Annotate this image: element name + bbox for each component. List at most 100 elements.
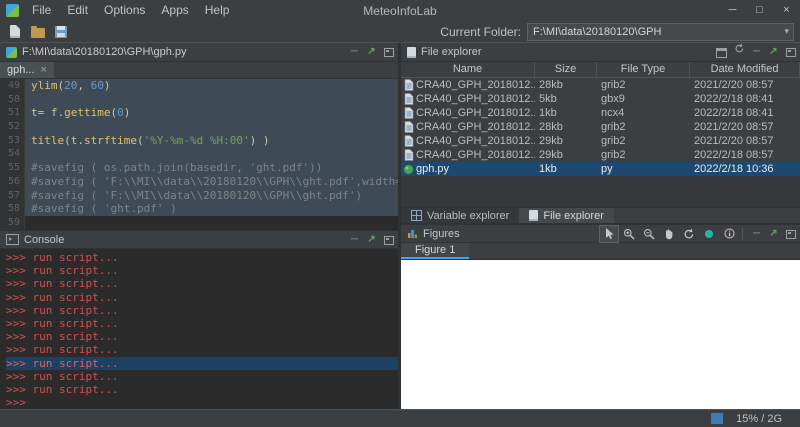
file-explorer-dock-icon[interactable] bbox=[786, 48, 796, 57]
column-header-size[interactable]: Size bbox=[535, 62, 597, 77]
editor-title: F:\MI\data\20180120\GPH\gph.py bbox=[22, 46, 187, 58]
file-explorer-panels-icon[interactable] bbox=[716, 48, 727, 58]
file-row[interactable]: CRA40_GPH_2018012...29kbgrib22022/2/18 0… bbox=[401, 148, 800, 162]
line-number: 51 bbox=[0, 106, 25, 120]
minimize-window-button[interactable]: ─ bbox=[719, 0, 746, 21]
column-header-date-modified[interactable]: Date Modified bbox=[690, 62, 800, 77]
file-icon bbox=[401, 78, 416, 92]
code-line: 53title(t.strftime('%Y-%m-%d %H:00') ) bbox=[0, 134, 398, 148]
file-size: 28kb bbox=[535, 120, 597, 135]
console-minimize-icon[interactable]: ─ bbox=[346, 231, 363, 249]
file-row[interactable]: gph.py1kbpy2022/2/18 10:36 bbox=[401, 162, 800, 176]
console-float-icon[interactable]: ↗ bbox=[363, 231, 380, 249]
figures-chart-icon bbox=[407, 228, 418, 239]
save-file-button[interactable] bbox=[50, 22, 71, 41]
tab-close-icon[interactable]: × bbox=[41, 64, 47, 76]
window-controls: ─ □ × bbox=[719, 0, 800, 21]
code-text bbox=[25, 216, 398, 230]
tab-figure-1[interactable]: Figure 1 bbox=[401, 243, 469, 259]
figure-tab-label: Figure 1 bbox=[415, 244, 455, 256]
current-folder-label: Current Folder: bbox=[440, 25, 521, 39]
tab-variable-explorer[interactable]: Variable explorer bbox=[401, 208, 519, 223]
console-dock-icon[interactable] bbox=[384, 236, 394, 245]
menu-edit[interactable]: Edit bbox=[59, 0, 96, 21]
file-icon bbox=[401, 92, 416, 106]
file-row[interactable]: CRA40_GPH_2018012...1kbncx42022/2/18 08:… bbox=[401, 106, 800, 120]
editor-tab-gph[interactable]: gph... × bbox=[0, 62, 54, 78]
menu-apps[interactable]: Apps bbox=[153, 0, 196, 21]
file-date: 2021/2/20 08:57 bbox=[690, 78, 800, 93]
file-row[interactable]: CRA40_GPH_2018012...28kbgrib22021/2/20 0… bbox=[401, 120, 800, 134]
line-number: 52 bbox=[0, 120, 25, 134]
file-row[interactable]: CRA40_GPH_2018012...29kbgrib22021/2/20 0… bbox=[401, 134, 800, 148]
grid-icon bbox=[411, 210, 422, 221]
marker-tool-icon[interactable] bbox=[699, 225, 719, 243]
main-toolbar: Current Folder: F:\MI\data\20180120\GPH … bbox=[0, 21, 800, 43]
line-number: 56 bbox=[0, 175, 25, 189]
figures-titlebar: Figures ─↗ bbox=[401, 224, 800, 243]
code-line: 56#savefig ( 'F:\\MI\\data\\20180120\\GP… bbox=[0, 175, 398, 189]
app-logo-icon bbox=[6, 4, 19, 17]
cursor-tool-icon[interactable] bbox=[599, 225, 619, 243]
memory-indicator[interactable]: 15% / 2G bbox=[711, 413, 782, 425]
line-number: 49 bbox=[0, 79, 25, 93]
pan-tool-icon[interactable] bbox=[659, 225, 679, 243]
save-file-icon bbox=[55, 26, 67, 38]
file-icon bbox=[401, 134, 416, 148]
file-date: 2022/2/18 10:36 bbox=[690, 162, 800, 177]
console-icon bbox=[6, 234, 19, 245]
figures-minimize-icon[interactable]: ─ bbox=[748, 225, 765, 243]
zoom-out-tool-icon[interactable] bbox=[639, 225, 659, 243]
file-name: CRA40_GPH_2018012... bbox=[416, 120, 535, 135]
code-text bbox=[25, 93, 398, 107]
file-explorer-refresh-icon[interactable] bbox=[731, 43, 748, 61]
file-row[interactable]: CRA40_GPH_2018012...28kbgrib22021/2/20 0… bbox=[401, 78, 800, 92]
info-tool-icon[interactable] bbox=[719, 225, 739, 243]
figures-float-icon[interactable]: ↗ bbox=[765, 225, 782, 243]
code-text: #savefig ( os.path.join(basedir, 'ght.pd… bbox=[25, 161, 398, 175]
open-folder-icon bbox=[31, 28, 45, 38]
editor-tab-label: gph... bbox=[7, 64, 35, 76]
column-header-name[interactable]: Name bbox=[401, 62, 535, 77]
zoom-in-tool-icon[interactable] bbox=[619, 225, 639, 243]
close-window-button[interactable]: × bbox=[773, 0, 800, 21]
console-output[interactable]: >>> run script...>>> run script...>>> ru… bbox=[0, 249, 398, 409]
figure-canvas[interactable] bbox=[401, 260, 800, 409]
code-line: 57#savefig ( 'F:\\MI\\data\\20180120\\GP… bbox=[0, 189, 398, 203]
file-explorer-minimize-icon[interactable]: ─ bbox=[748, 43, 765, 61]
menu-file[interactable]: File bbox=[24, 0, 59, 21]
file-name: CRA40_GPH_2018012... bbox=[416, 148, 535, 163]
toolbar-divider bbox=[742, 228, 743, 240]
menu-items: FileEditOptionsAppsHelp bbox=[24, 0, 237, 21]
maximize-window-button[interactable]: □ bbox=[746, 0, 773, 21]
open-folder-button[interactable] bbox=[27, 22, 48, 41]
editor-dock-icon[interactable] bbox=[384, 48, 394, 57]
console-prompt[interactable]: >>> bbox=[6, 396, 398, 409]
file-icon bbox=[401, 106, 416, 120]
file-explorer-float-icon[interactable]: ↗ bbox=[765, 43, 782, 61]
file-name: gph.py bbox=[416, 162, 535, 177]
current-folder-select[interactable]: F:\MI\data\20180120\GPH ▾ bbox=[527, 23, 794, 41]
code-text: #savefig ( 'F:\\MI\\data\\20180120\\GPH\… bbox=[25, 189, 398, 203]
figures-dock-icon[interactable] bbox=[786, 230, 796, 239]
rotate-tool-icon[interactable] bbox=[679, 225, 699, 243]
code-text: #savefig ( 'ght.pdf' ) bbox=[25, 202, 398, 216]
line-number: 55 bbox=[0, 161, 25, 175]
file-row[interactable]: CRA40_GPH_2018012...5kbgbx92022/2/18 08:… bbox=[401, 92, 800, 106]
file-type: ncx4 bbox=[597, 106, 690, 121]
editor-minimize-icon[interactable]: ─ bbox=[346, 43, 363, 61]
menu-help[interactable]: Help bbox=[197, 0, 238, 21]
file-name: CRA40_GPH_2018012... bbox=[416, 134, 535, 149]
code-text: ylim(20, 60) bbox=[25, 79, 398, 93]
panel-tab-label: Variable explorer bbox=[427, 210, 509, 222]
file-size: 1kb bbox=[535, 162, 597, 177]
new-file-button[interactable] bbox=[4, 22, 25, 41]
tab-file-explorer[interactable]: File explorer bbox=[519, 208, 614, 223]
file-type: gbx9 bbox=[597, 92, 690, 107]
file-date: 2022/2/18 08:41 bbox=[690, 106, 800, 121]
editor-float-icon[interactable]: ↗ bbox=[363, 43, 380, 61]
code-editor[interactable]: 49ylim(20, 60)5051t= f.gettime(0)5253tit… bbox=[0, 79, 398, 230]
menu-options[interactable]: Options bbox=[96, 0, 153, 21]
file-type: py bbox=[597, 162, 690, 177]
column-header-file-type[interactable]: File Type bbox=[597, 62, 690, 77]
